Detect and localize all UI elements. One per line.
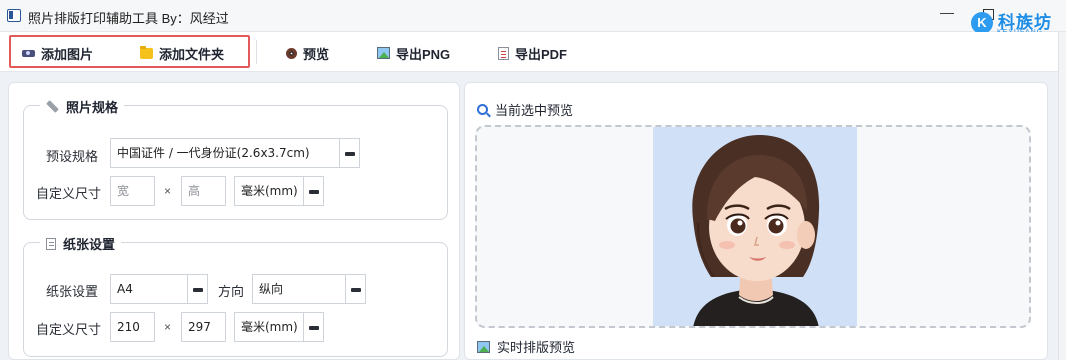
unit-select[interactable]: 毫米(mm) (234, 176, 304, 206)
paper-width-input[interactable]: 210 (110, 312, 155, 342)
paper-label: 纸张设置 (46, 284, 99, 299)
orientation-dropdown-button[interactable] (346, 274, 366, 304)
paper-heading: 纸张设置 (40, 234, 122, 253)
paper-height-input[interactable]: 297 (181, 312, 226, 342)
preview-label: 预览 (303, 46, 330, 62)
avatar-portrait-image (653, 127, 857, 326)
photo-spec-title: 照片规格 (66, 100, 119, 115)
photo-spec-heading: 照片规格 (40, 97, 125, 116)
paper-group: 纸张设置 纸张设置 A4 方向 纵向 自定义尺寸 210 × 297 毫米(mm… (23, 234, 448, 357)
export-png-button[interactable]: 导出PNG (377, 43, 450, 63)
folder-icon (140, 45, 153, 59)
height-input[interactable]: 高 (181, 176, 226, 206)
selected-preview-area[interactable] (475, 125, 1031, 328)
width-input[interactable]: 宽 (110, 176, 155, 206)
layout-preview-heading: 实时排版预览 (477, 337, 575, 356)
export-pdf-label: 导出PDF (515, 46, 568, 62)
eye-icon (286, 47, 297, 59)
paper-unit-select[interactable]: 毫米(mm) (234, 312, 304, 342)
picture-icon (477, 340, 490, 353)
selected-preview-title: 当前选中预览 (495, 103, 574, 118)
search-icon (477, 104, 488, 115)
paper-title: 纸张设置 (63, 237, 116, 252)
preview-panel: 当前选中预览 实时排版预览 (464, 82, 1048, 360)
brand-logo-icon: K (971, 12, 993, 34)
title-bar: 照片排版打印辅助工具 By：风经过 — K 科族坊 KEYUFANG (0, 0, 1066, 36)
pdf-document-icon (498, 46, 509, 60)
preview-button[interactable]: 预览 (286, 43, 329, 63)
settings-panel: 照片规格 预设规格 中国证件 / 一代身份证(2.6x3.7cm) 自定义尺寸 … (8, 82, 460, 360)
ruler-icon (46, 100, 59, 113)
selected-preview-heading: 当前选中预览 (477, 100, 573, 119)
window-edge (1058, 32, 1066, 360)
add-image-label: 添加图片 (41, 46, 94, 62)
paper-custom-size-label: 自定义尺寸 (36, 322, 102, 337)
preset-dropdown-button[interactable] (340, 138, 360, 168)
custom-size-label: 自定义尺寸 (36, 186, 102, 201)
photo-preview (653, 127, 857, 326)
preset-select[interactable]: 中国证件 / 一代身份证(2.6x3.7cm) (110, 138, 340, 168)
image-icon (22, 49, 35, 57)
app-icon (7, 9, 21, 22)
picture-icon (377, 47, 390, 59)
orientation-select[interactable]: 纵向 (252, 274, 346, 304)
photo-spec-group: 照片规格 预设规格 中国证件 / 一代身份证(2.6x3.7cm) 自定义尺寸 … (23, 97, 448, 220)
minimize-button[interactable]: — (940, 4, 954, 20)
preset-label: 预设规格 (46, 149, 99, 164)
window-title: 照片排版打印辅助工具 By：风经过 (28, 11, 229, 26)
paper-dropdown-button[interactable] (188, 274, 208, 304)
paper-unit-dropdown-button[interactable] (304, 312, 324, 342)
add-folder-button[interactable]: 添加文件夹 (140, 43, 224, 63)
add-folder-label: 添加文件夹 (159, 46, 225, 62)
paper-select[interactable]: A4 (110, 274, 188, 304)
export-png-label: 导出PNG (396, 46, 451, 62)
layout-preview-title: 实时排版预览 (497, 340, 576, 355)
unit-dropdown-button[interactable] (304, 176, 324, 206)
export-pdf-button[interactable]: 导出PDF (498, 43, 567, 63)
toolbar: 添加图片 添加文件夹 预览 导出PNG 导出PDF (0, 32, 1058, 72)
times-sign: × (164, 184, 172, 198)
document-icon (46, 237, 56, 250)
toolbar-separator (256, 40, 257, 64)
add-image-button[interactable]: 添加图片 (22, 43, 93, 63)
orientation-label: 方向 (218, 284, 245, 299)
paper-times-sign: × (164, 320, 172, 334)
